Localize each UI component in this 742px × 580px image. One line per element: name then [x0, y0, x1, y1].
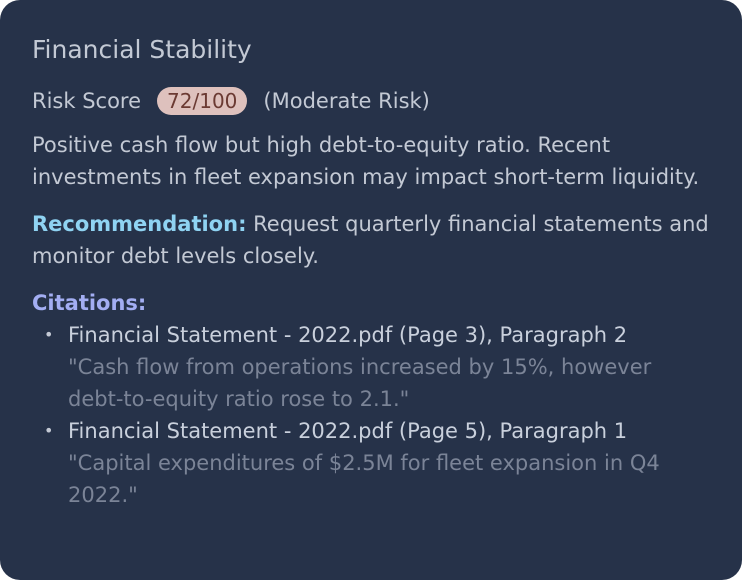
bullet-icon: • — [44, 325, 54, 344]
risk-score-badge: 72/100 — [157, 87, 248, 115]
recommendation-label: Recommendation: — [32, 212, 247, 236]
risk-score-row: Risk Score 72/100 (Moderate Risk) — [32, 86, 710, 116]
risk-level-text: (Moderate Risk) — [263, 89, 430, 113]
recommendation: Recommendation: Request quarterly financ… — [32, 208, 710, 272]
financial-stability-card: Financial Stability Risk Score 72/100 (M… — [0, 0, 742, 580]
bullet-icon: • — [44, 421, 54, 440]
citation-quote: "Capital expenditures of $2.5M for fleet… — [68, 451, 660, 507]
citation-source-link[interactable]: Financial Statement - 2022.pdf (Page 3),… — [68, 319, 710, 351]
citation-item: • Financial Statement - 2022.pdf (Page 3… — [32, 319, 710, 415]
card-title: Financial Stability — [32, 35, 252, 64]
citations-list: • Financial Statement - 2022.pdf (Page 3… — [32, 319, 710, 511]
risk-score-label: Risk Score — [32, 89, 142, 113]
summary-text: Positive cash flow but high debt-to-equi… — [32, 133, 700, 189]
citation-source-link[interactable]: Financial Statement - 2022.pdf (Page 5),… — [68, 415, 710, 447]
citation-item: • Financial Statement - 2022.pdf (Page 5… — [32, 415, 710, 511]
citation-quote: "Cash flow from operations increased by … — [68, 355, 652, 411]
citations-heading: Citations: — [32, 291, 147, 315]
